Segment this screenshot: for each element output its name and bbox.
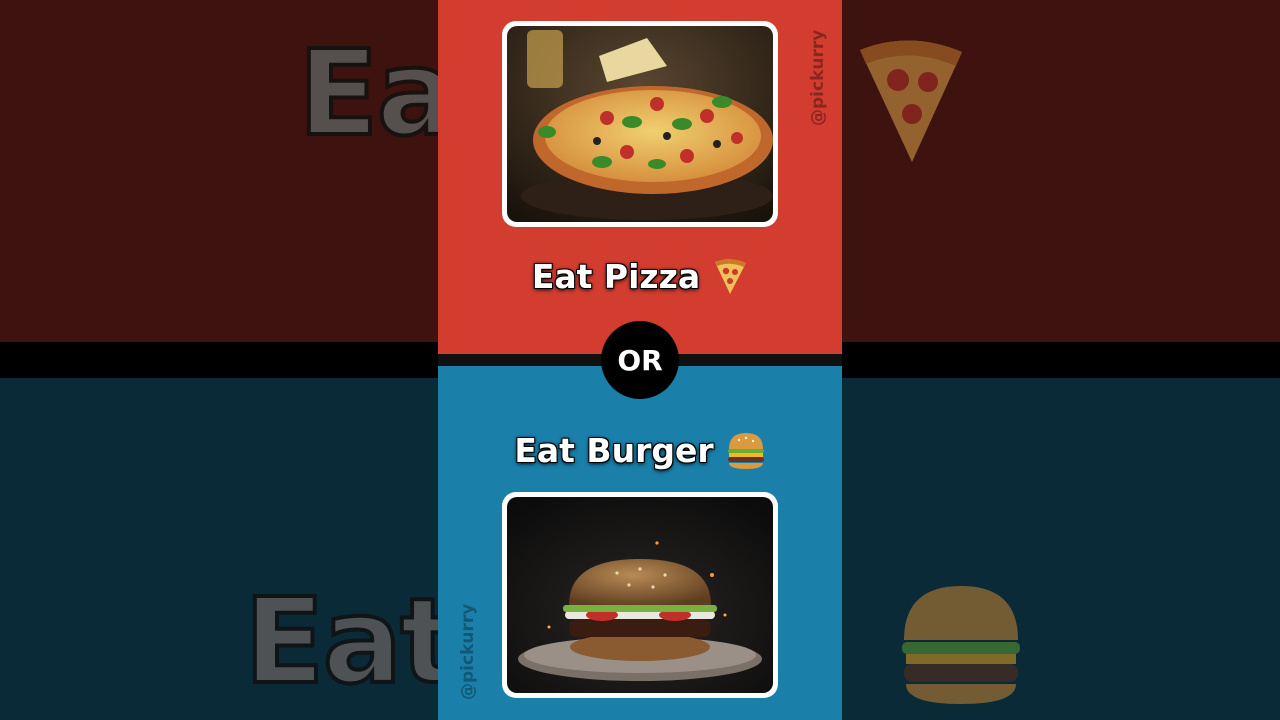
watermark-top: @pickurry — [808, 29, 828, 126]
choice-panel: Eat Pizza @pickurry @pickurry Eat Burger — [438, 0, 842, 720]
pizza-slice-icon — [850, 30, 970, 174]
burger-photo-frame[interactable] — [502, 492, 778, 698]
option-top-panel[interactable]: Eat Pizza @pickurry — [438, 0, 842, 354]
option-bottom-text: Eat Burger — [514, 430, 714, 470]
watermark-bottom: @pickurry — [458, 603, 478, 700]
option-bottom-label[interactable]: Eat Burger — [438, 426, 842, 474]
pizza-photo — [507, 26, 773, 222]
pizza-slice-icon — [715, 259, 747, 294]
burger-icon — [896, 578, 1026, 712]
burger-icon — [727, 433, 764, 469]
burger-photo — [507, 497, 773, 693]
ghost-text-bottom: Eat — [242, 570, 459, 712]
option-top-text: Eat Pizza — [531, 256, 701, 296]
or-badge: OR — [601, 321, 679, 399]
pizza-photo-frame[interactable] — [502, 21, 778, 227]
option-top-label[interactable]: Eat Pizza — [438, 252, 842, 300]
